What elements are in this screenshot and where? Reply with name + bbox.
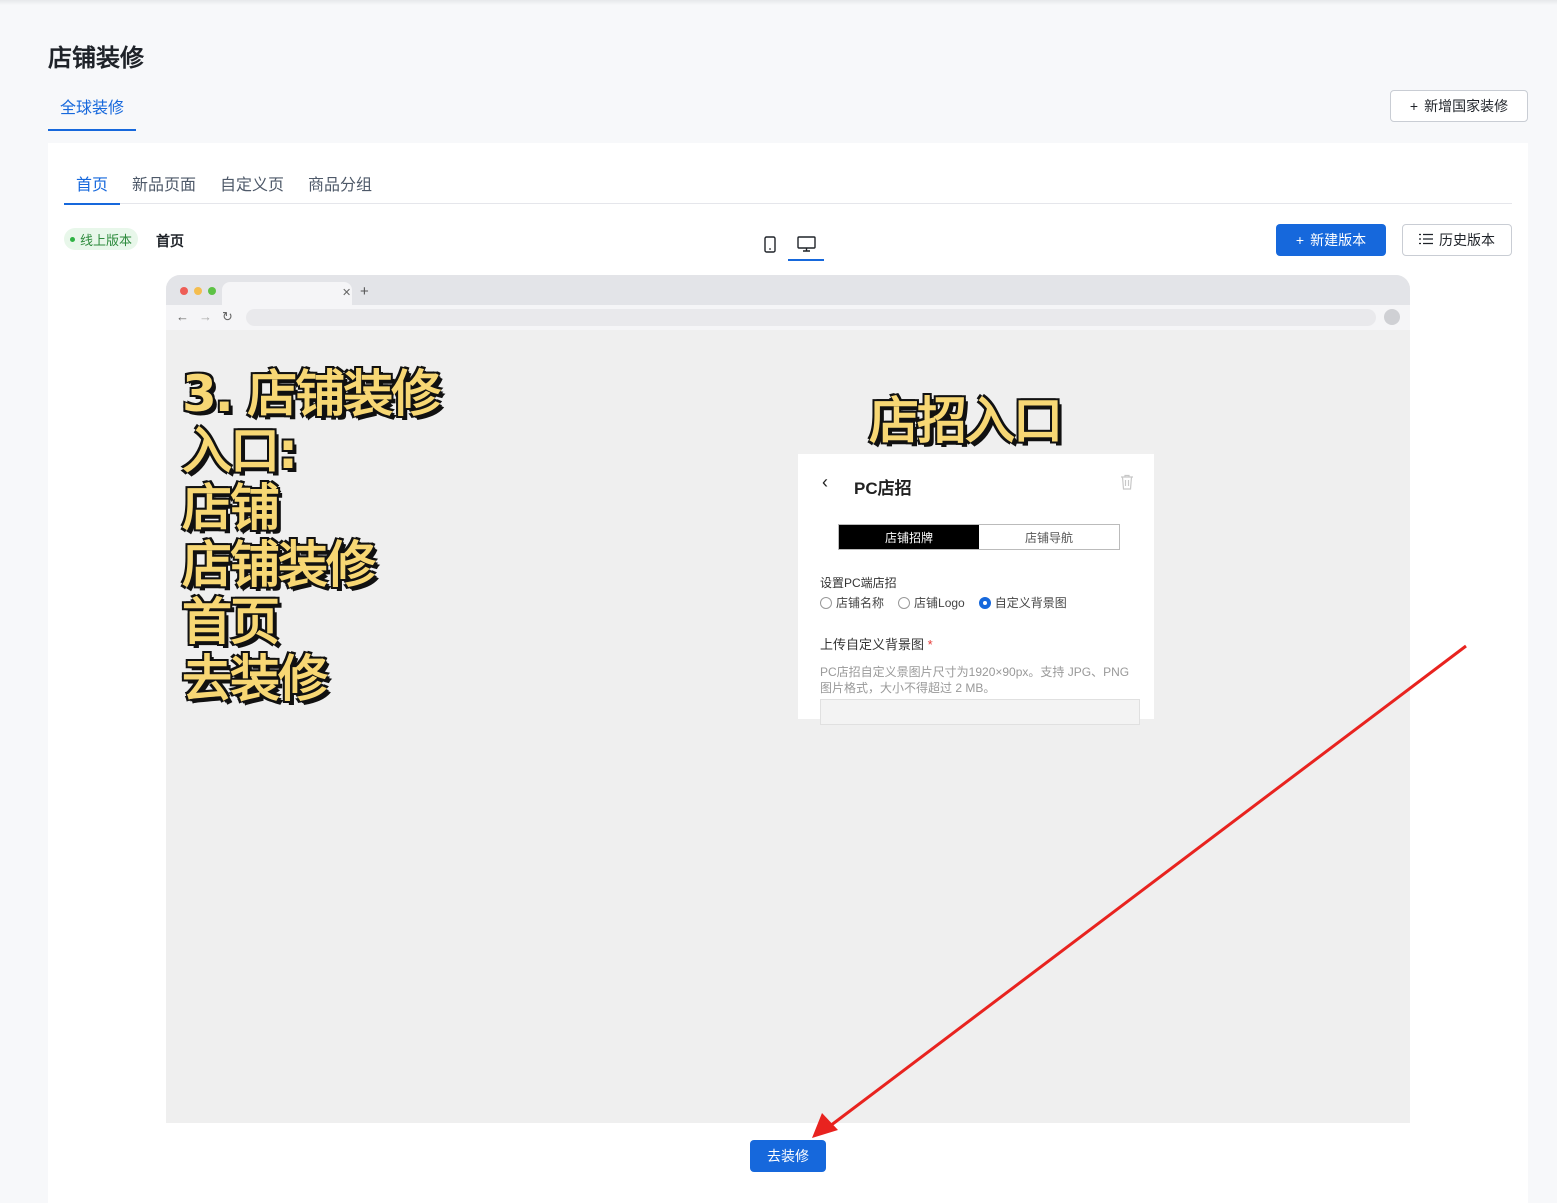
decoration-card: 首页 新品页面 自定义页 商品分组 线上版本 首页 + 新建版本 历史版本 ✕ … [48, 143, 1528, 1203]
page-tabs: 首页 新品页面 自定义页 商品分组 [64, 163, 1512, 205]
upload-label-text: 上传自定义背景图 [820, 637, 925, 652]
radio-store-logo: 店铺Logo [898, 594, 965, 611]
tab-home[interactable]: 首页 [64, 171, 121, 205]
window-minimize-dot [194, 287, 202, 295]
pc-banner-panel: ‹ PC店招 店铺招牌 店铺导航 设置PC端店招 店铺名称 店铺Logo 自定义… [798, 450, 1154, 725]
add-country-label: 新增国家装修 [1424, 98, 1509, 114]
avatar [1384, 309, 1400, 325]
history-version-button[interactable]: 历史版本 [1402, 224, 1512, 256]
plus-icon: + [1409, 98, 1419, 114]
radio-store-name: 店铺名称 [820, 594, 884, 611]
window-close-dot [180, 287, 188, 295]
browser-preview: ✕ + ← → ↻ 3. 店铺装修 入口: 店铺 店铺装修 首页 去装修 店招入… [166, 275, 1410, 1123]
tab-global-decoration[interactable]: 全球装修 [48, 94, 136, 131]
upload-box [820, 699, 1140, 725]
overlay-instruction-text: 3. 店铺装修 入口: 店铺 店铺装修 首页 去装修 [182, 365, 441, 708]
close-icon: ✕ [342, 287, 352, 299]
mobile-icon[interactable] [758, 229, 782, 259]
reload-icon: ↻ [222, 309, 233, 324]
preview-content: 3. 店铺装修 入口: 店铺 店铺装修 首页 去装修 店招入口 ‹ PC店招 店… [166, 330, 1410, 1123]
banner-segment-control: 店铺招牌 店铺导航 [838, 524, 1120, 550]
chevron-left-icon: ‹ [822, 472, 828, 492]
required-mark: * [927, 637, 933, 652]
new-version-button[interactable]: + 新建版本 [1276, 224, 1386, 256]
version-name: 首页 [156, 233, 184, 249]
status-dot [70, 236, 75, 242]
forward-arrow-icon: → [199, 309, 212, 324]
radio-circle [820, 596, 832, 609]
radio-label: 店铺名称 [836, 596, 885, 610]
radio-label: 自定义背景图 [994, 596, 1067, 610]
browser-tab-bar: ✕ + [166, 275, 1410, 305]
history-label: 历史版本 [1439, 232, 1495, 248]
go-decorate-button[interactable]: 去装修 [750, 1140, 826, 1172]
list-icon [1419, 232, 1433, 248]
tab-new-products[interactable]: 新品页面 [132, 171, 196, 203]
browser-tab [222, 282, 352, 305]
plus-icon: + [360, 283, 369, 300]
add-country-decoration-button[interactable]: + 新增国家装修 [1390, 90, 1528, 122]
radio-circle-selected [978, 596, 991, 609]
tab-custom-page[interactable]: 自定义页 [220, 171, 284, 203]
new-version-label: 新建版本 [1310, 232, 1367, 248]
page-title: 店铺装修 [48, 45, 144, 72]
browser-address-bar: ← → ↻ [166, 305, 1410, 330]
url-field [246, 309, 1376, 326]
banner-type-radios: 店铺名称 店铺Logo 自定义背景图 [820, 594, 1067, 611]
radio-custom-background: 自定义背景图 [978, 594, 1067, 611]
segment-store-sign: 店铺招牌 [839, 525, 979, 549]
overlay-panel-heading: 店招入口 [869, 392, 1063, 450]
status-badge: 线上版本 [64, 228, 139, 250]
upload-label: 上传自定义背景图 * [820, 634, 933, 653]
desktop-icon[interactable] [788, 229, 824, 261]
upload-hint: PC店招自定义景图片尺寸为1920×90px。支持 JPG、PNG 图片格式，大… [820, 665, 1130, 695]
radio-label: 店铺Logo [914, 596, 965, 610]
panel-title: PC店招 [854, 479, 912, 498]
tab-product-groups[interactable]: 商品分组 [308, 171, 372, 203]
status-badge-label: 线上版本 [80, 232, 133, 248]
plus-icon: + [1295, 232, 1305, 248]
window-maximize-dot [208, 287, 216, 295]
trash-icon [1120, 474, 1134, 495]
radio-circle [898, 596, 911, 609]
top-shadow [0, 0, 1557, 5]
back-arrow-icon: ← [176, 309, 189, 324]
segment-store-nav: 店铺导航 [1024, 530, 1073, 545]
setting-label: 设置PC端店招 [820, 576, 897, 590]
